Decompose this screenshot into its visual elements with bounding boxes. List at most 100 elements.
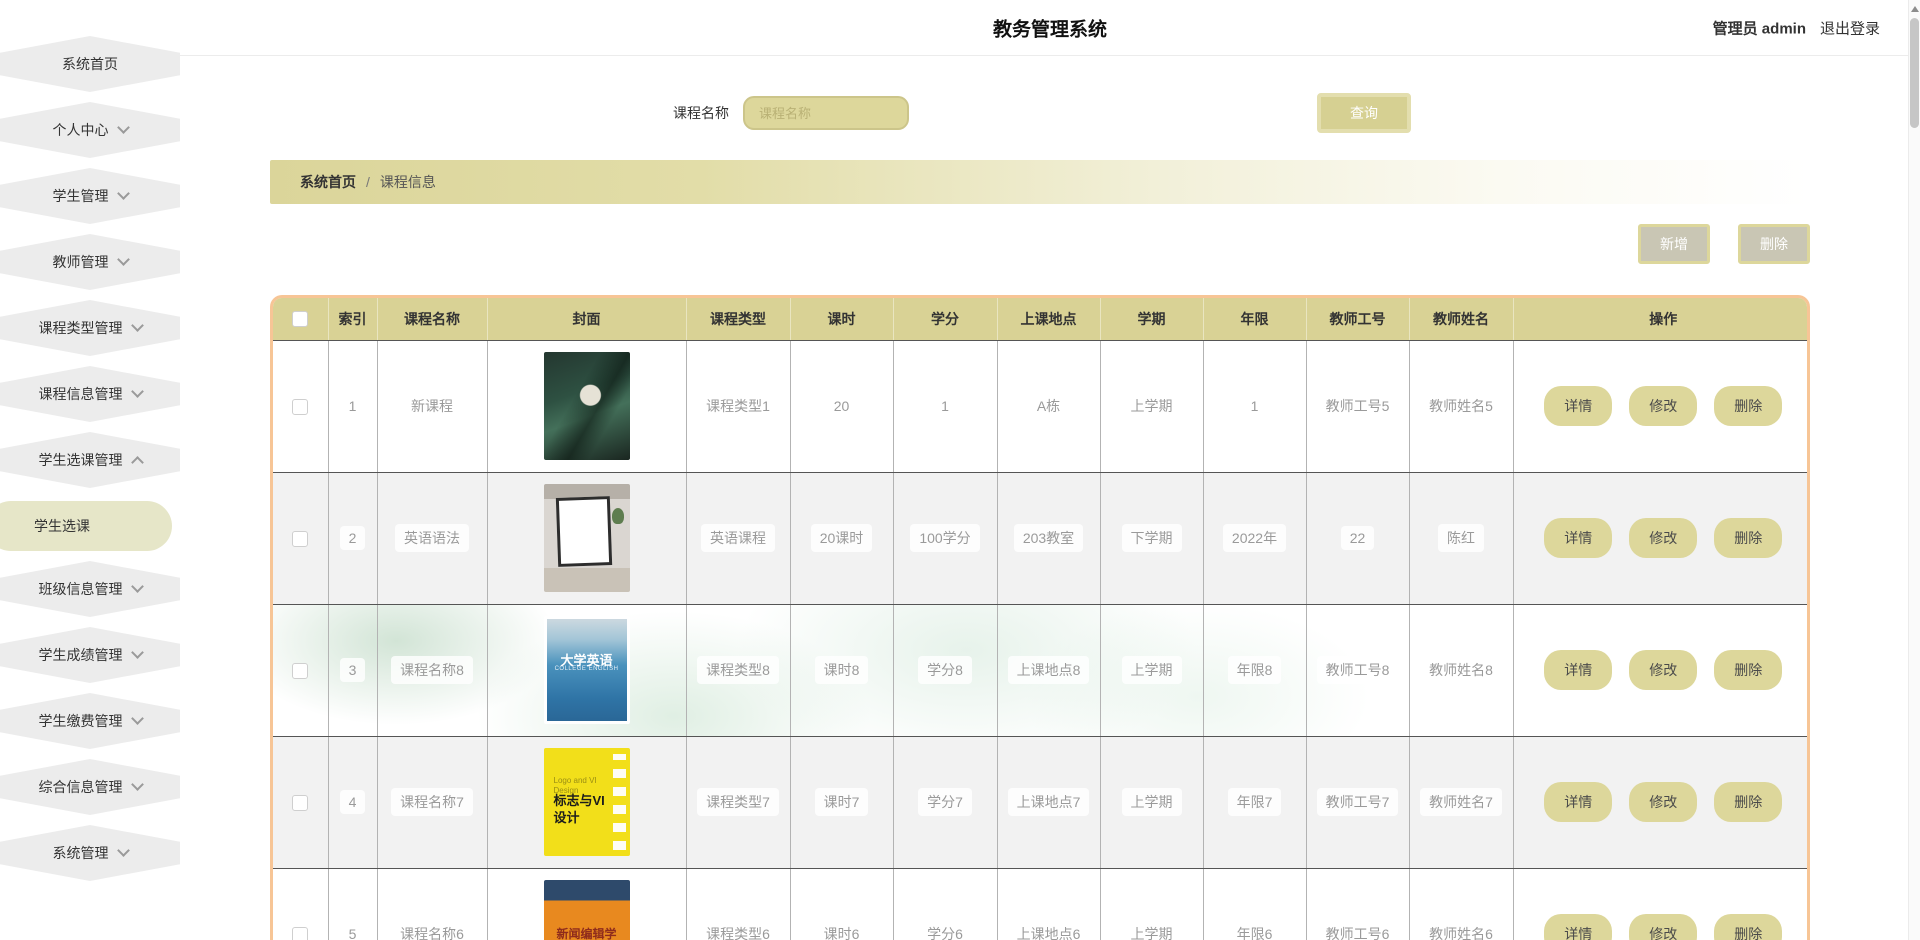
- column-header: 操作: [1513, 298, 1807, 341]
- cell-semester-value: 上学期: [1121, 392, 1182, 420]
- cell-teacher-name-value: 教师姓名6: [1420, 920, 1502, 940]
- select-all-checkbox[interactable]: [292, 311, 309, 328]
- sidebar-item[interactable]: 教师管理: [0, 234, 180, 290]
- breadcrumb-home-link[interactable]: 系统首页: [300, 172, 356, 192]
- sidebar-item[interactable]: 学生缴费管理: [0, 693, 180, 749]
- row-delete-button[interactable]: 删除: [1714, 650, 1783, 690]
- cell-course-type-value: 英语课程: [701, 524, 775, 552]
- breadcrumb-separator: /: [366, 174, 370, 190]
- cell-teacher-name-value: 陈红: [1438, 524, 1484, 552]
- course-table-frame: 索引 课程名称 封面 课程类型 课时 学分 上课地点 学期 年限 教师工号 教师姓名 操作 1 新课程课…: [270, 295, 1810, 940]
- chevron-up-icon: [130, 456, 144, 469]
- cell-years-value: 年限8: [1227, 656, 1282, 684]
- chevron-down-icon: [116, 121, 130, 134]
- vertical-scrollbar[interactable]: [1908, 0, 1920, 940]
- edit-button[interactable]: 修改: [1629, 782, 1698, 822]
- sidebar-item-label: 系统首页: [62, 56, 118, 72]
- delete-button[interactable]: 删除: [1738, 224, 1810, 264]
- row-checkbox[interactable]: [292, 662, 309, 679]
- cell-teacher-id-value: 教师工号5: [1316, 392, 1399, 420]
- edit-button[interactable]: 修改: [1629, 650, 1698, 690]
- sidebar-item[interactable]: 学生成绩管理: [0, 627, 180, 683]
- detail-button[interactable]: 详情: [1544, 782, 1613, 822]
- row-checkbox[interactable]: [292, 926, 309, 940]
- sidebar-item-label: 班级信息管理: [38, 581, 123, 597]
- chevron-down-icon: [130, 712, 144, 725]
- table-toolbar: 新增 删除: [270, 224, 1810, 264]
- sidebar-item-label: 课程类型管理: [38, 320, 123, 336]
- sidebar-item[interactable]: 综合信息管理: [0, 759, 180, 815]
- sidebar-item[interactable]: 个人中心: [0, 102, 180, 158]
- query-button[interactable]: 查询: [1317, 93, 1411, 133]
- chevron-down-icon: [116, 844, 130, 857]
- sidebar-item[interactable]: 班级信息管理: [0, 561, 180, 617]
- row-checkbox[interactable]: [292, 398, 309, 415]
- cell-hours: 课时6: [790, 868, 894, 940]
- row-checkbox[interactable]: [292, 794, 309, 811]
- row-delete-button[interactable]: 删除: [1714, 914, 1783, 940]
- detail-button[interactable]: 详情: [1544, 914, 1613, 940]
- cell-course-name: 课程名称7: [377, 736, 488, 869]
- cell-hours: 课时8: [790, 604, 894, 737]
- course-cover-image: Logo and VI Design 标志与VI 设计: [543, 748, 630, 856]
- cell-hours-value: 课时8: [814, 656, 869, 684]
- cell-years: 2022年: [1203, 472, 1307, 605]
- cell-location-value: 上课地点7: [1007, 788, 1090, 816]
- column-header: 教师工号: [1306, 298, 1410, 341]
- cell-course-type: 英语课程: [686, 472, 791, 605]
- sidebar-item[interactable]: 课程信息管理: [0, 366, 180, 422]
- cover-title-text: 大学英语: [560, 652, 613, 668]
- cell-teacher-name: 教师姓名8: [1409, 604, 1514, 737]
- row-checkbox[interactable]: [292, 530, 309, 547]
- cell-credits: 学分8: [893, 604, 998, 737]
- sidebar-submenu-item[interactable]: 学生选课: [0, 501, 172, 551]
- cell-years: 1: [1203, 340, 1307, 473]
- add-button[interactable]: 新增: [1638, 224, 1710, 264]
- cell-years: 年限8: [1203, 604, 1307, 737]
- cell-hours-value: 课时7: [814, 788, 869, 816]
- sidebar-item-label: 学生缴费管理: [38, 713, 123, 729]
- cell-credits-value: 100学分: [910, 524, 980, 552]
- chevron-down-icon: [130, 778, 144, 791]
- cell-course-type-value: 课程类型6: [697, 920, 779, 940]
- cell-course-type-value: 课程类型1: [697, 392, 779, 420]
- cell-teacher-id-value: 教师工号7: [1316, 788, 1399, 816]
- logout-link[interactable]: 退出登录: [1820, 17, 1880, 38]
- cell-course-type-value: 课程类型8: [697, 656, 779, 684]
- sidebar-item[interactable]: 课程类型管理: [0, 300, 180, 356]
- cell-years-value: 年限6: [1227, 920, 1282, 940]
- column-header: 学期: [1100, 298, 1204, 341]
- cell-course-name: 课程名称8: [377, 604, 488, 737]
- scrollbar-up-arrow-icon[interactable]: [1911, 6, 1919, 12]
- row-select-cell: [273, 604, 329, 737]
- edit-button[interactable]: 修改: [1629, 518, 1698, 558]
- scrollbar-thumb[interactable]: [1910, 18, 1919, 128]
- sidebar-nav: 系统首页个人中心学生管理教师管理课程类型管理课程信息管理 学生选课管理学生选课班级…: [0, 36, 180, 881]
- detail-button[interactable]: 详情: [1544, 650, 1613, 690]
- row-delete-button[interactable]: 删除: [1714, 782, 1783, 822]
- row-select-cell: [273, 340, 329, 473]
- detail-button[interactable]: 详情: [1544, 386, 1613, 426]
- detail-button[interactable]: 详情: [1544, 518, 1613, 558]
- sidebar: 系统首页个人中心学生管理教师管理课程类型管理课程信息管理 学生选课管理学生选课班级…: [0, 0, 180, 940]
- cell-years-value: 1: [1241, 394, 1268, 418]
- cell-teacher-id: 22: [1306, 472, 1410, 605]
- edit-button[interactable]: 修改: [1629, 386, 1698, 426]
- cell-teacher-name: 教师姓名6: [1409, 868, 1514, 940]
- sidebar-item[interactable]: 学生管理: [0, 168, 180, 224]
- cell-index: 1: [328, 340, 378, 473]
- sidebar-item[interactable]: 系统首页: [0, 36, 180, 92]
- cell-semester: 上学期: [1100, 736, 1204, 869]
- row-delete-button[interactable]: 删除: [1714, 386, 1783, 426]
- table-header-row: 索引 课程名称 封面 课程类型 课时 学分 上课地点 学期 年限 教师工号 教师姓名 操作: [273, 298, 1807, 341]
- search-input[interactable]: [743, 96, 909, 130]
- row-delete-button[interactable]: 删除: [1714, 518, 1783, 558]
- edit-button[interactable]: 修改: [1629, 914, 1698, 940]
- cell-credits-value: 学分6: [918, 920, 972, 940]
- sidebar-item[interactable]: 学生选课管理: [0, 432, 180, 488]
- chevron-down-icon: [130, 319, 144, 332]
- cell-years-value: 年限7: [1227, 788, 1282, 816]
- cell-credits-value: 1: [932, 394, 958, 418]
- sidebar-item[interactable]: 系统管理: [0, 825, 180, 881]
- cell-hours-value: 20: [824, 394, 859, 418]
